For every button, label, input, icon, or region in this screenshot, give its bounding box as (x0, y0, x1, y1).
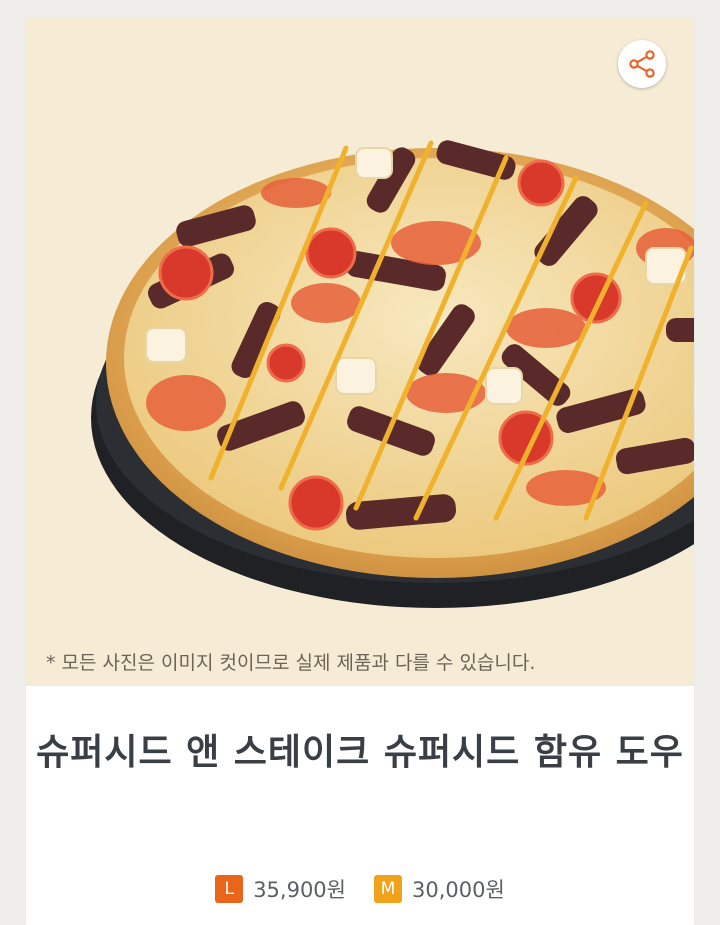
size-badge-medium: M (374, 875, 402, 903)
image-disclaimer: * 모든 사진은 이미지 컷이므로 실제 제품과 다를 수 있습니다. (46, 652, 536, 674)
price-large-value: 35,900원 (253, 878, 346, 902)
price-list: L 35,900원 M 30,000원 (26, 874, 694, 904)
share-button[interactable] (618, 40, 666, 88)
product-card: * 모든 사진은 이미지 컷이므로 실제 제품과 다를 수 있습니다. 슈퍼시드… (26, 18, 694, 925)
price-medium-value: 30,000원 (412, 878, 505, 902)
size-badge-large: L (215, 875, 244, 903)
price-medium: M 30,000원 (374, 874, 505, 904)
pizza-image (91, 140, 694, 608)
product-image: * 모든 사진은 이미지 컷이므로 실제 제품과 다를 수 있습니다. (26, 18, 694, 686)
product-title: 슈퍼시드 앤 스테이크 슈퍼시드 함유 도우 (36, 732, 684, 773)
share-icon (629, 50, 655, 78)
price-large: L 35,900원 (215, 874, 346, 904)
